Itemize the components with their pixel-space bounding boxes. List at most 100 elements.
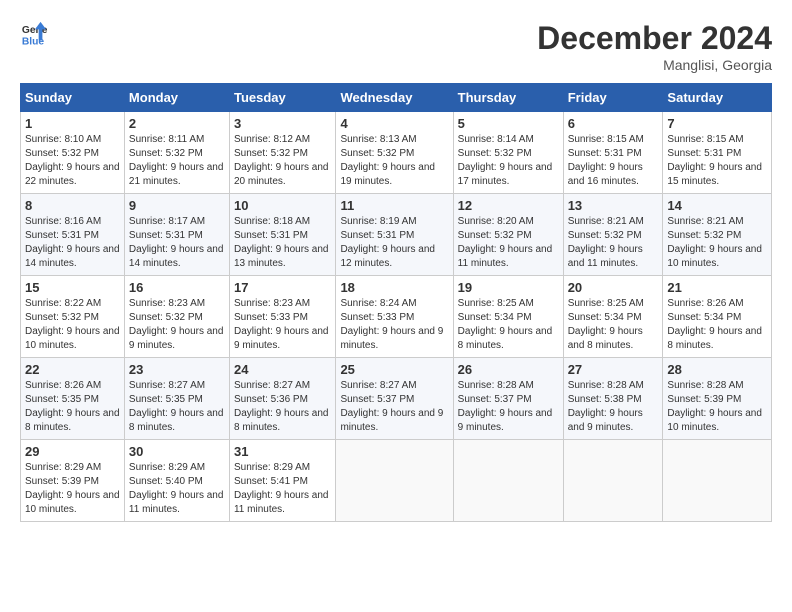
day-cell: 1 Sunrise: 8:10 AMSunset: 5:32 PMDayligh… [21,112,125,194]
week-row-1: 1 Sunrise: 8:10 AMSunset: 5:32 PMDayligh… [21,112,772,194]
day-cell: 23 Sunrise: 8:27 AMSunset: 5:35 PMDaylig… [124,358,229,440]
col-header-thursday: Thursday [453,84,563,112]
day-number: 19 [458,280,559,295]
day-cell: 29 Sunrise: 8:29 AMSunset: 5:39 PMDaylig… [21,440,125,522]
day-cell: 19 Sunrise: 8:25 AMSunset: 5:34 PMDaylig… [453,276,563,358]
day-number: 15 [25,280,120,295]
day-number: 24 [234,362,331,377]
day-info: Sunrise: 8:16 AMSunset: 5:31 PMDaylight:… [25,215,120,271]
col-header-sunday: Sunday [21,84,125,112]
day-number: 16 [129,280,225,295]
day-number: 20 [568,280,659,295]
day-info: Sunrise: 8:29 AMSunset: 5:40 PMDaylight:… [129,461,225,517]
day-cell: 4 Sunrise: 8:13 AMSunset: 5:32 PMDayligh… [336,112,453,194]
week-row-5: 29 Sunrise: 8:29 AMSunset: 5:39 PMDaylig… [21,440,772,522]
day-info: Sunrise: 8:27 AMSunset: 5:37 PMDaylight:… [340,379,448,435]
day-cell: 21 Sunrise: 8:26 AMSunset: 5:34 PMDaylig… [663,276,772,358]
day-info: Sunrise: 8:22 AMSunset: 5:32 PMDaylight:… [25,297,120,353]
day-cell: 7 Sunrise: 8:15 AMSunset: 5:31 PMDayligh… [663,112,772,194]
month-title: December 2024 [537,20,772,57]
day-cell: 2 Sunrise: 8:11 AMSunset: 5:32 PMDayligh… [124,112,229,194]
day-info: Sunrise: 8:28 AMSunset: 5:38 PMDaylight:… [568,379,659,435]
day-number: 4 [340,116,448,131]
day-number: 14 [667,198,767,213]
day-info: Sunrise: 8:21 AMSunset: 5:32 PMDaylight:… [667,215,767,271]
day-number: 5 [458,116,559,131]
day-number: 29 [25,444,120,459]
day-info: Sunrise: 8:28 AMSunset: 5:39 PMDaylight:… [667,379,767,435]
day-info: Sunrise: 8:15 AMSunset: 5:31 PMDaylight:… [667,133,767,189]
day-number: 27 [568,362,659,377]
week-row-4: 22 Sunrise: 8:26 AMSunset: 5:35 PMDaylig… [21,358,772,440]
day-info: Sunrise: 8:11 AMSunset: 5:32 PMDaylight:… [129,133,225,189]
day-info: Sunrise: 8:23 AMSunset: 5:32 PMDaylight:… [129,297,225,353]
day-info: Sunrise: 8:10 AMSunset: 5:32 PMDaylight:… [25,133,120,189]
day-cell [563,440,663,522]
day-info: Sunrise: 8:15 AMSunset: 5:31 PMDaylight:… [568,133,659,189]
logo-icon: General Blue [20,20,48,48]
day-number: 7 [667,116,767,131]
day-cell: 18 Sunrise: 8:24 AMSunset: 5:33 PMDaylig… [336,276,453,358]
week-row-2: 8 Sunrise: 8:16 AMSunset: 5:31 PMDayligh… [21,194,772,276]
day-cell: 31 Sunrise: 8:29 AMSunset: 5:41 PMDaylig… [229,440,335,522]
day-number: 28 [667,362,767,377]
day-cell: 26 Sunrise: 8:28 AMSunset: 5:37 PMDaylig… [453,358,563,440]
day-info: Sunrise: 8:17 AMSunset: 5:31 PMDaylight:… [129,215,225,271]
day-number: 22 [25,362,120,377]
day-cell: 24 Sunrise: 8:27 AMSunset: 5:36 PMDaylig… [229,358,335,440]
day-cell: 5 Sunrise: 8:14 AMSunset: 5:32 PMDayligh… [453,112,563,194]
day-info: Sunrise: 8:29 AMSunset: 5:41 PMDaylight:… [234,461,331,517]
day-info: Sunrise: 8:28 AMSunset: 5:37 PMDaylight:… [458,379,559,435]
header: General Blue December 2024 Manglisi, Geo… [20,20,772,73]
day-number: 12 [458,198,559,213]
col-header-wednesday: Wednesday [336,84,453,112]
day-cell: 3 Sunrise: 8:12 AMSunset: 5:32 PMDayligh… [229,112,335,194]
day-cell: 30 Sunrise: 8:29 AMSunset: 5:40 PMDaylig… [124,440,229,522]
day-number: 9 [129,198,225,213]
day-cell: 15 Sunrise: 8:22 AMSunset: 5:32 PMDaylig… [21,276,125,358]
day-cell: 28 Sunrise: 8:28 AMSunset: 5:39 PMDaylig… [663,358,772,440]
week-row-3: 15 Sunrise: 8:22 AMSunset: 5:32 PMDaylig… [21,276,772,358]
col-header-friday: Friday [563,84,663,112]
day-info: Sunrise: 8:21 AMSunset: 5:32 PMDaylight:… [568,215,659,271]
day-number: 18 [340,280,448,295]
day-number: 8 [25,198,120,213]
day-info: Sunrise: 8:14 AMSunset: 5:32 PMDaylight:… [458,133,559,189]
day-cell: 17 Sunrise: 8:23 AMSunset: 5:33 PMDaylig… [229,276,335,358]
day-cell: 22 Sunrise: 8:26 AMSunset: 5:35 PMDaylig… [21,358,125,440]
day-info: Sunrise: 8:24 AMSunset: 5:33 PMDaylight:… [340,297,448,353]
day-number: 26 [458,362,559,377]
day-info: Sunrise: 8:29 AMSunset: 5:39 PMDaylight:… [25,461,120,517]
day-info: Sunrise: 8:19 AMSunset: 5:31 PMDaylight:… [340,215,448,271]
day-info: Sunrise: 8:20 AMSunset: 5:32 PMDaylight:… [458,215,559,271]
day-info: Sunrise: 8:25 AMSunset: 5:34 PMDaylight:… [568,297,659,353]
col-header-monday: Monday [124,84,229,112]
day-number: 6 [568,116,659,131]
day-number: 17 [234,280,331,295]
day-cell: 13 Sunrise: 8:21 AMSunset: 5:32 PMDaylig… [563,194,663,276]
day-number: 10 [234,198,331,213]
day-cell: 27 Sunrise: 8:28 AMSunset: 5:38 PMDaylig… [563,358,663,440]
day-number: 31 [234,444,331,459]
day-cell [453,440,563,522]
day-cell: 20 Sunrise: 8:25 AMSunset: 5:34 PMDaylig… [563,276,663,358]
day-cell [336,440,453,522]
day-number: 23 [129,362,225,377]
day-cell: 6 Sunrise: 8:15 AMSunset: 5:31 PMDayligh… [563,112,663,194]
day-cell: 25 Sunrise: 8:27 AMSunset: 5:37 PMDaylig… [336,358,453,440]
day-info: Sunrise: 8:27 AMSunset: 5:36 PMDaylight:… [234,379,331,435]
day-info: Sunrise: 8:25 AMSunset: 5:34 PMDaylight:… [458,297,559,353]
day-number: 30 [129,444,225,459]
day-info: Sunrise: 8:23 AMSunset: 5:33 PMDaylight:… [234,297,331,353]
day-number: 25 [340,362,448,377]
day-number: 13 [568,198,659,213]
day-number: 11 [340,198,448,213]
day-number: 3 [234,116,331,131]
day-cell [663,440,772,522]
day-info: Sunrise: 8:27 AMSunset: 5:35 PMDaylight:… [129,379,225,435]
col-header-saturday: Saturday [663,84,772,112]
header-row: SundayMondayTuesdayWednesdayThursdayFrid… [21,84,772,112]
logo: General Blue [20,20,48,48]
day-number: 2 [129,116,225,131]
day-info: Sunrise: 8:26 AMSunset: 5:34 PMDaylight:… [667,297,767,353]
